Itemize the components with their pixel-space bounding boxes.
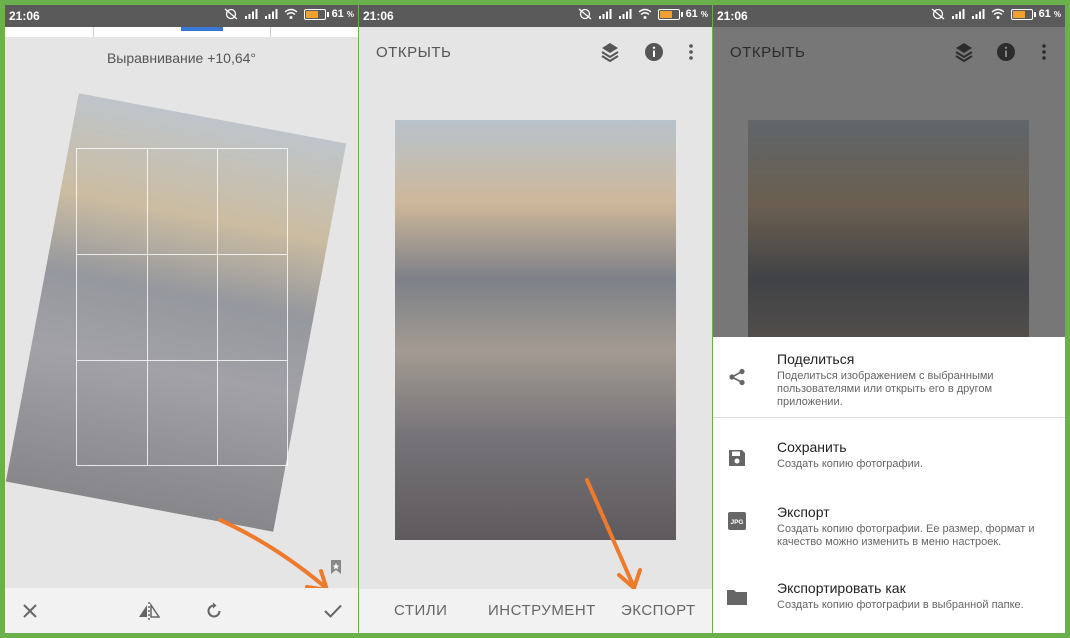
alarm-off-icon — [224, 8, 237, 20]
more-button[interactable] — [680, 41, 702, 63]
export-as-option-description: Создать копию фотографии в выбранной пап… — [777, 599, 1024, 611]
save-option[interactable]: Сохранить Создать копию фотографии. — [713, 429, 1065, 484]
cancel-button[interactable] — [17, 598, 43, 624]
status-time: 21:06 — [363, 9, 394, 23]
signal-icon-2 — [264, 9, 278, 19]
save-icon — [727, 448, 747, 468]
straighten-screen: 21:06 61 % Выравнивание +10,64° — [5, 5, 358, 633]
export-menu-screen: 21:06 61 % ОТКРЫТЬ Поделиться Поделиться… — [713, 5, 1065, 633]
battery-fill — [1012, 10, 1025, 18]
export-option[interactable]: JPG Экспорт Создать копию фотографии. Ее… — [713, 490, 1065, 555]
export-as-option[interactable]: Экспортировать как Создать копию фотогра… — [713, 569, 1065, 624]
tab-selected-indicator — [181, 27, 223, 31]
tab-tools[interactable]: ИНСТРУМЕНТ — [488, 602, 596, 619]
wifi-icon — [284, 8, 298, 19]
battery-fill — [659, 10, 672, 18]
info-button[interactable] — [643, 41, 665, 63]
share-option-title: Поделиться — [777, 351, 855, 367]
jpg-icon: JPG — [727, 511, 747, 531]
close-icon — [23, 604, 37, 618]
layers-button[interactable] — [599, 41, 621, 63]
alarm-off-icon — [931, 8, 944, 20]
edited-photo[interactable] — [395, 120, 676, 540]
check-icon — [324, 604, 342, 618]
sheet-divider — [713, 417, 1065, 418]
signal-icon — [598, 9, 612, 19]
share-option-description: Поделиться изображением с выбранными пол… — [777, 370, 994, 408]
signal-icon-2 — [971, 9, 985, 19]
status-bar: 21:06 61 % — [359, 5, 712, 27]
battery-icon — [1010, 8, 1036, 20]
share-icon — [727, 367, 747, 387]
folder-icon — [727, 587, 747, 607]
apply-button[interactable] — [320, 598, 346, 624]
signal-icon-2 — [618, 9, 632, 19]
tab-export[interactable]: ЭКСПОРТ — [621, 602, 696, 619]
battery-percent: 61 % — [331, 8, 354, 20]
tab-styles[interactable]: СТИЛИ — [394, 602, 447, 619]
status-bar: 21:06 61 % — [713, 5, 1065, 27]
rotate-button[interactable] — [201, 598, 227, 624]
save-option-title: Сохранить — [777, 439, 847, 455]
status-time: 21:06 — [717, 9, 748, 23]
battery-fill — [305, 10, 318, 18]
flip-icon — [139, 602, 160, 620]
editor-tab-bar: СТИЛИ ИНСТРУМЕНТ ЭКСПОРТ — [359, 589, 712, 633]
app-top-bar: ОТКРЫТЬ — [359, 27, 712, 75]
battery-icon — [657, 8, 683, 20]
more-vert-icon — [689, 44, 693, 60]
open-button[interactable]: ОТКРЫТЬ — [376, 44, 451, 61]
signal-icon — [951, 9, 965, 19]
battery-percent: 61 % — [685, 8, 708, 20]
info-icon — [645, 43, 663, 61]
export-bottom-sheet: Поделиться Поделиться изображением с выб… — [713, 337, 1065, 633]
share-option[interactable]: Поделиться Поделиться изображением с выб… — [713, 337, 1065, 417]
rotate-icon — [207, 602, 221, 618]
battery-icon — [303, 8, 329, 20]
straighten-value-label: Выравнивание +10,64° — [106, 50, 257, 66]
wifi-icon — [638, 8, 652, 19]
flip-button[interactable] — [136, 598, 162, 624]
status-time: 21:06 — [9, 9, 40, 23]
export-option-title: Экспорт — [777, 504, 830, 520]
export-option-description: Создать копию фотографии. Ее размер, фор… — [777, 523, 1035, 548]
crop-grid[interactable] — [76, 148, 288, 466]
alarm-off-icon — [578, 8, 591, 20]
dim-overlay[interactable] — [713, 27, 1065, 337]
battery-percent: 61 % — [1038, 8, 1061, 20]
signal-icon — [244, 9, 258, 19]
wifi-icon — [991, 8, 1005, 19]
editor-bottom-bar — [5, 588, 358, 633]
svg-text:JPG: JPG — [730, 519, 743, 526]
bookmark-icon[interactable] — [329, 560, 343, 574]
status-bar: 21:06 61 % — [5, 5, 358, 27]
editor-main-screen: 21:06 61 % ОТКРЫТЬ СТИЛИ ИНСТРУМЕНТ ЭКСП… — [359, 5, 712, 633]
layers-icon — [601, 43, 619, 62]
save-option-description: Создать копию фотографии. — [777, 458, 923, 470]
export-as-option-title: Экспортировать как — [777, 580, 906, 596]
